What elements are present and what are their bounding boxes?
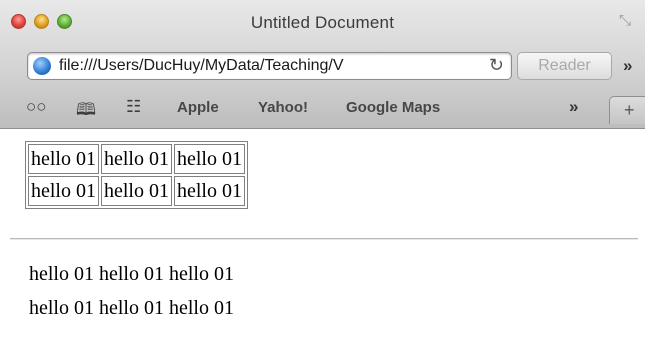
table-cell: hello 01 bbox=[174, 176, 245, 206]
bookmarks-bar: ○○ 🕮 ☷ Apple Yahoo! Google Maps » + bbox=[0, 92, 645, 124]
table-cell: hello 01 bbox=[28, 176, 99, 206]
globe-icon bbox=[33, 57, 51, 75]
demo-table: hello 01 hello 01 hello 01 hello 01 hell… bbox=[25, 141, 248, 209]
address-toolbar: file:///Users/DucHuy/MyData/Teaching/V ↻… bbox=[0, 48, 645, 86]
horizontal-rule bbox=[10, 238, 638, 240]
window-title: Untitled Document bbox=[250, 13, 395, 32]
table-cell: hello 01 bbox=[174, 144, 245, 174]
table-row: hello 01 hello 01 hello 01 bbox=[28, 144, 245, 174]
url-text[interactable]: file:///Users/DucHuy/MyData/Teaching/V bbox=[59, 57, 474, 75]
bookmarks-overflow-chevron-icon[interactable]: » bbox=[569, 97, 578, 117]
new-tab-button[interactable]: + bbox=[609, 96, 645, 124]
browser-chrome: Untitled Document ⤡ file:///Users/DucHuy… bbox=[0, 0, 645, 129]
fullscreen-icon[interactable]: ⤡ bbox=[619, 12, 637, 30]
toolbar-overflow-chevron-icon[interactable]: » bbox=[623, 56, 632, 76]
bookmark-apple[interactable]: Apple bbox=[177, 99, 219, 116]
reading-list-icon[interactable]: ○○ bbox=[26, 97, 47, 117]
reload-icon[interactable]: ↻ bbox=[489, 55, 504, 76]
table-cell: hello 01 bbox=[101, 176, 172, 206]
table-row: hello 01 hello 01 hello 01 bbox=[28, 176, 245, 206]
bookmarks-book-icon[interactable]: 🕮 bbox=[76, 97, 96, 126]
bookmark-yahoo[interactable]: Yahoo! bbox=[258, 99, 308, 116]
address-bar[interactable]: file:///Users/DucHuy/MyData/Teaching/V ↻ bbox=[27, 52, 512, 80]
title-bar: Untitled Document ⤡ bbox=[0, 0, 645, 44]
page-content: hello 01 hello 01 hello 01 hello 01 hell… bbox=[0, 129, 645, 358]
table-cell: hello 01 bbox=[28, 144, 99, 174]
browser-window: Untitled Document ⤡ file:///Users/DucHuy… bbox=[0, 0, 645, 358]
text-line: hello 01 hello 01 hello 01 bbox=[29, 297, 234, 319]
topsites-grid-icon[interactable]: ☷ bbox=[126, 97, 141, 117]
bookmark-google-maps[interactable]: Google Maps bbox=[346, 99, 440, 116]
table-cell: hello 01 bbox=[101, 144, 172, 174]
text-line: hello 01 hello 01 hello 01 bbox=[29, 263, 234, 285]
reader-button[interactable]: Reader bbox=[517, 52, 612, 80]
